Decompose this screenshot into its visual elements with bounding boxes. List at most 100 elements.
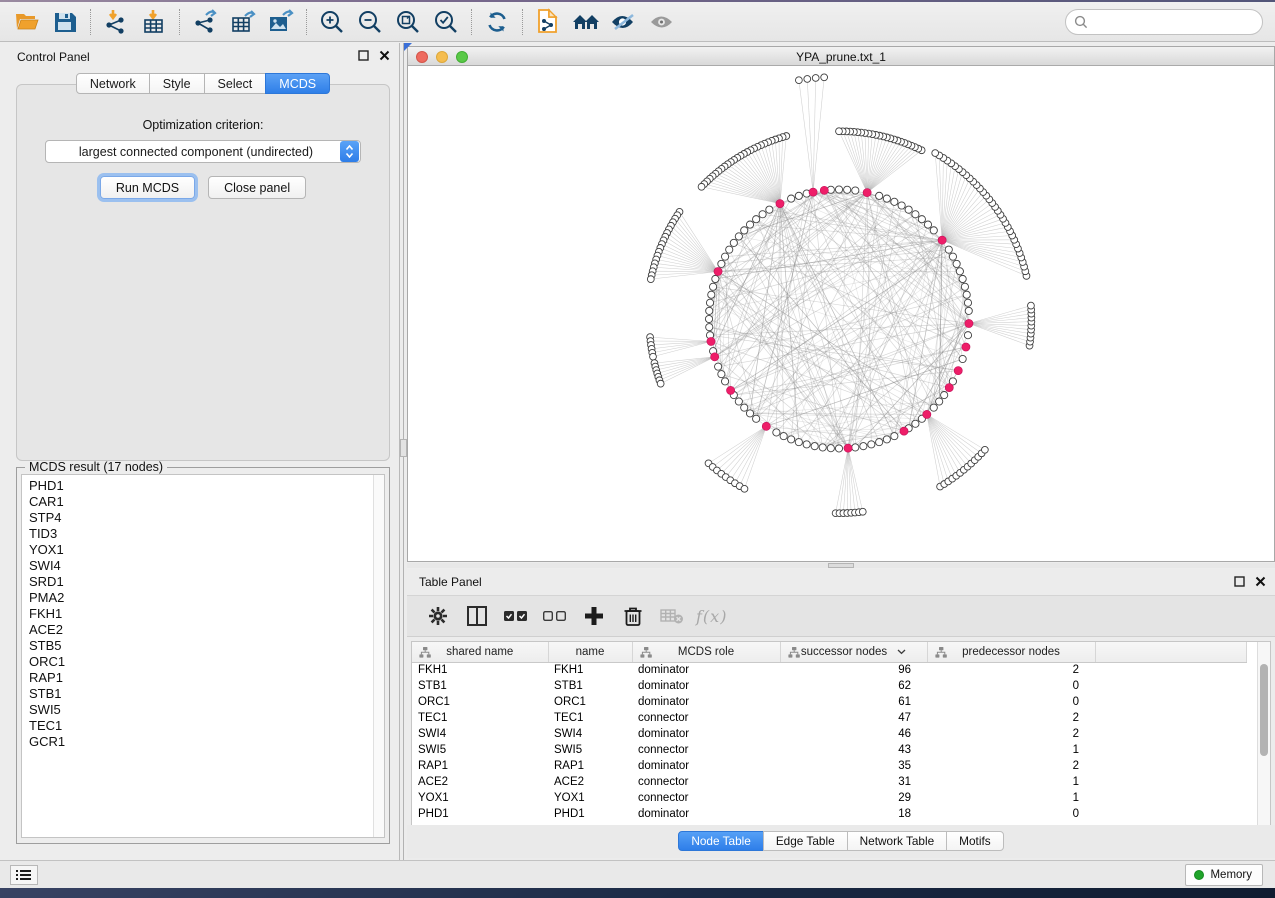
table-cell[interactable]: 31 [780,774,927,790]
mcds-result-item[interactable]: SRD1 [29,574,384,590]
network-node[interactable] [746,221,753,228]
mcds-result-item[interactable]: SWI4 [29,558,384,574]
mcds-result-item[interactable]: TID3 [29,526,384,542]
network-node[interactable] [773,429,780,436]
table-cell[interactable]: 0 [927,806,1095,822]
column-pane-icon[interactable] [462,601,492,631]
tab-node-table[interactable]: Node Table [678,831,763,851]
network-node[interactable] [706,324,713,331]
float-panel-icon[interactable] [1233,575,1246,588]
network-canvas[interactable] [408,66,1274,561]
table-cell[interactable]: 18 [780,806,927,822]
network-node[interactable] [746,410,753,417]
mcds-result-item[interactable]: ORC1 [29,654,384,670]
select-all-checkboxes-icon[interactable] [501,601,531,631]
network-node[interactable] [827,445,834,452]
network-node[interactable] [912,211,919,218]
network-node[interactable] [766,206,773,213]
network-node[interactable] [835,445,842,452]
table-cell[interactable]: SWI5 [412,742,548,758]
table-row[interactable]: ACE2ACE2connector311 [412,774,1246,790]
table-cell[interactable]: FKH1 [412,662,548,678]
table-cell[interactable]: dominator [632,694,780,710]
network-node[interactable] [918,216,925,223]
table-row[interactable]: ORC1ORC1dominator610 [412,694,1246,710]
float-panel-icon[interactable] [357,49,370,62]
mcds-result-item[interactable]: YOX1 [29,542,384,558]
network-node[interactable] [883,195,890,202]
table-cell[interactable]: dominator [632,662,780,678]
refresh-view-icon[interactable] [478,6,516,38]
zoom-fit-icon[interactable] [389,6,427,38]
network-node[interactable] [811,443,818,450]
mcds-node[interactable] [844,444,852,452]
mcds-node[interactable] [900,427,908,435]
network-node[interactable] [964,332,971,339]
table-cell[interactable]: ACE2 [412,774,548,790]
network-node[interactable] [708,291,715,298]
tab-network[interactable]: Network [76,73,150,94]
table-cell[interactable]: 0 [927,694,1095,710]
criterion-dropdown[interactable]: largest connected component (undirected) [45,140,361,163]
table-scrollbar-thumb[interactable] [1260,664,1268,756]
network-node[interactable] [753,216,760,223]
table-cell[interactable]: SWI4 [548,726,632,742]
table-cell[interactable]: dominator [632,758,780,774]
network-node[interactable] [965,307,972,314]
mcds-result-item[interactable]: GCR1 [29,734,384,750]
table-cell[interactable]: 47 [780,710,927,726]
table-cell[interactable]: ACE2 [548,774,632,790]
column-header-name[interactable]: name [548,642,632,662]
close-panel-button[interactable]: Close panel [208,176,306,199]
network-node[interactable] [898,202,905,209]
mcds-result-item[interactable]: TEC1 [29,718,384,734]
table-cell[interactable]: YOX1 [412,790,548,806]
table-cell[interactable]: SWI5 [548,742,632,758]
vertical-splitter-handle[interactable] [400,439,407,457]
search-input[interactable] [1088,10,1262,34]
table-cell[interactable]: RAP1 [412,758,548,774]
table-row[interactable]: PHD1PHD1dominator180 [412,806,1246,822]
horizontal-splitter-handle[interactable] [828,563,854,568]
network-node[interactable] [821,74,828,81]
network-node[interactable] [852,187,859,194]
zoom-out-icon[interactable] [351,6,389,38]
network-node[interactable] [812,75,819,82]
table-cell[interactable]: 62 [780,678,927,694]
table-row[interactable]: SWI4SWI4dominator462 [412,726,1246,742]
network-node[interactable] [795,77,802,84]
task-history-button[interactable] [10,865,38,885]
table-cell[interactable]: YOX1 [548,790,632,806]
mcds-result-item[interactable]: ACE2 [29,622,384,638]
table-cell[interactable]: 96 [780,662,927,678]
mcds-result-item[interactable]: STB1 [29,686,384,702]
mcds-node[interactable] [863,188,871,196]
network-node[interactable] [698,183,705,190]
network-node[interactable] [718,260,725,267]
network-node[interactable] [924,221,931,228]
table-row[interactable]: TEC1TEC1connector472 [412,710,1246,726]
hide-selected-icon[interactable] [605,6,643,38]
network-node[interactable] [709,283,716,290]
network-node[interactable] [705,315,712,322]
import-network-icon[interactable] [97,6,135,38]
table-cell[interactable]: 2 [927,758,1095,774]
network-node[interactable] [868,441,875,448]
network-node[interactable] [891,198,898,205]
mcds-node[interactable] [809,188,817,196]
table-cell[interactable]: SWI4 [412,726,548,742]
zoom-in-icon[interactable] [313,6,351,38]
save-session-icon[interactable] [46,6,84,38]
table-cell[interactable]: 1 [927,742,1095,758]
mcds-node[interactable] [962,343,970,351]
mcds-node[interactable] [965,319,973,327]
add-column-icon[interactable] [579,601,609,631]
first-neighbors-icon[interactable] [567,6,605,38]
mcds-result-item[interactable]: SWI5 [29,702,384,718]
table-cell[interactable]: ORC1 [412,694,548,710]
close-panel-icon[interactable] [378,49,391,62]
run-mcds-button[interactable]: Run MCDS [100,176,195,199]
network-node[interactable] [945,246,952,253]
zoom-selected-icon[interactable] [427,6,465,38]
network-title-bar[interactable]: YPA_prune.txt_1 [408,47,1274,66]
